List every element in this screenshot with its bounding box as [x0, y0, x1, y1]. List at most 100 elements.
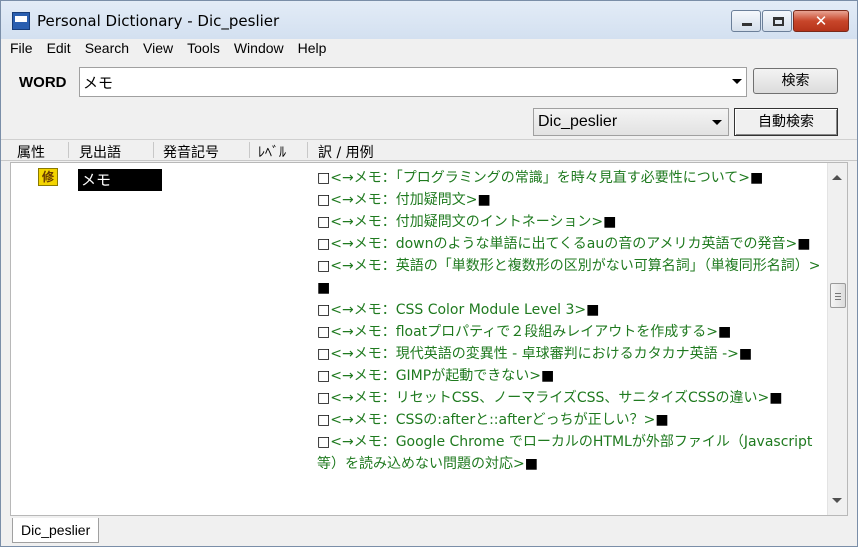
entry-text[interactable]: <→メモ：floatプロパティで２段組みレイアウトを作成する>	[330, 324, 718, 340]
entry-text[interactable]: <→メモ：現代英語の変異性 - 卓球審判におけるカタカナ英語 ->	[330, 346, 739, 362]
menu-bar: File Edit Search View Tools Window Help	[1, 39, 857, 59]
entry-end-icon: ■	[317, 280, 331, 296]
scrollbar-thumb[interactable]	[830, 283, 846, 308]
entry-end-icon: ■	[540, 368, 555, 384]
menu-help[interactable]: Help	[291, 39, 334, 59]
grip-line	[835, 296, 841, 297]
menu-view[interactable]: View	[136, 39, 180, 59]
selected-headword[interactable]: メモ	[78, 169, 162, 191]
maximize-button[interactable]	[762, 10, 792, 32]
menu-edit[interactable]: Edit	[40, 39, 78, 59]
column-divider[interactable]	[68, 142, 69, 158]
entry-box-icon: □	[317, 390, 331, 406]
dropdown-arrow-icon[interactable]	[732, 79, 742, 84]
dictionary-row: Dic_peslier 自動検索	[1, 105, 857, 139]
entry-end-icon: ■	[524, 456, 538, 472]
entry-box-icon: □	[317, 214, 331, 230]
status-bar: Dic_peslier	[1, 516, 857, 546]
entry-end-icon: ■	[797, 236, 811, 252]
dictionary-select-value: Dic_peslier	[538, 113, 618, 130]
dropdown-arrow-icon	[712, 120, 722, 125]
entry-link[interactable]: □<→メモ：CSSの:afterと::afterどっちが正しい？>■	[317, 409, 825, 431]
translation-entries: □<→メモ：「プログラミングの常識」を時々見直す必要性について>■ □<→メモ：…	[317, 167, 825, 475]
entry-link[interactable]: □<→メモ：付加疑問文のイントネーション>■	[317, 211, 825, 233]
entry-link[interactable]: □<→メモ：Google Chrome でローカルのHTMLが外部ファイル（Ja…	[317, 431, 825, 475]
entry-text[interactable]: <→メモ：GIMPが起動できない>	[330, 368, 541, 384]
attribute-badge: 修	[38, 168, 58, 186]
entry-end-icon: ■	[477, 192, 491, 208]
entry-end-icon: ■	[769, 390, 783, 406]
word-input[interactable]	[83, 72, 713, 92]
grip-line	[835, 293, 841, 294]
entry-text[interactable]: <→メモ：downのような単語に出てくるauの音のアメリカ英語での発音>	[330, 236, 797, 252]
menu-file[interactable]: File	[1, 39, 40, 59]
maximize-icon	[773, 17, 784, 26]
title-bar[interactable]: Personal Dictionary - Dic_peslier ✕	[1, 1, 857, 39]
entry-box-icon: □	[317, 412, 331, 428]
minimize-icon	[742, 23, 752, 26]
entry-text[interactable]: <→メモ：「プログラミングの常識」を時々見直す必要性について>	[330, 170, 750, 186]
word-label: WORD	[19, 74, 67, 91]
entry-end-icon: ■	[603, 214, 617, 230]
menu-window[interactable]: Window	[227, 39, 291, 59]
search-button[interactable]: 検索	[753, 68, 838, 94]
entry-box-icon: □	[317, 236, 331, 252]
entry-link[interactable]: □<→メモ：floatプロパティで２段組みレイアウトを作成する>■	[317, 321, 825, 343]
entry-link[interactable]: □<→メモ：CSS Color Module Level 3>■	[317, 299, 825, 321]
entry-end-icon: ■	[718, 324, 732, 340]
entry-box-icon: □	[317, 434, 331, 450]
entry-text[interactable]: <→メモ：付加疑問文のイントネーション>	[330, 214, 603, 230]
entry-end-icon: ■	[586, 302, 600, 318]
entry-box-icon: □	[317, 368, 331, 384]
entry-end-icon: ■	[738, 346, 753, 362]
dictionary-select[interactable]: Dic_peslier	[533, 108, 729, 136]
entry-link[interactable]: □<→メモ：英語の「単数形と複数形の区別がない可算名詞」（単複同形名詞）> ■	[317, 255, 825, 299]
entry-link[interactable]: □<→メモ：現代英語の変異性 - 卓球審判におけるカタカナ英語 ->■	[317, 343, 825, 365]
entry-link[interactable]: □<→メモ：付加疑問文>■	[317, 189, 825, 211]
column-translation[interactable]: 訳 / 用例	[318, 142, 374, 162]
column-divider[interactable]	[249, 142, 250, 158]
word-search-row: WORD 検索	[1, 59, 857, 105]
scroll-down-arrow-icon[interactable]	[832, 498, 842, 503]
dictionary-app-icon	[12, 12, 30, 30]
dictionary-tab[interactable]: Dic_peslier	[12, 518, 100, 543]
entry-text[interactable]: <→メモ：CSS Color Module Level 3>	[330, 302, 586, 318]
entry-box-icon: □	[317, 324, 331, 340]
app-window: Personal Dictionary - Dic_peslier ✕ File…	[0, 0, 858, 547]
entry-box-icon: □	[317, 192, 331, 208]
grip-line	[835, 299, 841, 300]
column-pronunciation[interactable]: 発音記号	[163, 142, 219, 162]
entry-box-icon: □	[317, 258, 331, 274]
entry-box-icon: □	[317, 302, 331, 318]
column-header: 属性 見出語 発音記号 ﾚﾍﾞﾙ 訳 / 用例	[1, 139, 857, 161]
entry-link[interactable]: □<→メモ：「プログラミングの常識」を時々見直す必要性について>■	[317, 167, 825, 189]
menu-tools[interactable]: Tools	[180, 39, 227, 59]
column-level[interactable]: ﾚﾍﾞﾙ	[258, 142, 286, 162]
entry-end-icon: ■	[655, 412, 669, 428]
word-combobox[interactable]	[79, 67, 747, 97]
entry-text[interactable]: <→メモ：Google Chrome でローカルのHTMLが外部ファイル（Jav…	[317, 434, 812, 472]
entry-link[interactable]: □<→メモ：リセットCSS、ノーマライズCSS、サニタイズCSSの違い>■	[317, 387, 825, 409]
scroll-up-arrow-icon[interactable]	[832, 175, 842, 180]
entry-text[interactable]: <→メモ：付加疑問文>	[330, 192, 477, 208]
vertical-scrollbar[interactable]	[827, 163, 847, 515]
entry-end-icon: ■	[750, 170, 764, 186]
entry-text[interactable]: <→メモ：CSSの:afterと::afterどっちが正しい？>	[330, 412, 655, 428]
window-title: Personal Dictionary - Dic_peslier	[37, 12, 280, 30]
result-list[interactable]: 修 メモ □<→メモ：「プログラミングの常識」を時々見直す必要性について>■ □…	[10, 162, 848, 516]
menu-search[interactable]: Search	[78, 39, 136, 59]
column-divider[interactable]	[153, 142, 154, 158]
close-button[interactable]: ✕	[793, 10, 849, 32]
column-attribute[interactable]: 属性	[17, 142, 45, 162]
auto-search-toggle[interactable]: 自動検索	[734, 108, 838, 136]
column-divider[interactable]	[307, 142, 308, 158]
entry-box-icon: □	[317, 170, 331, 186]
entry-text[interactable]: <→メモ：リセットCSS、ノーマライズCSS、サニタイズCSSの違い>	[330, 390, 769, 406]
entry-link[interactable]: □<→メモ：GIMPが起動できない>■	[317, 365, 825, 387]
entry-text[interactable]: <→メモ：英語の「単数形と複数形の区別がない可算名詞」（単複同形名詞）>	[330, 258, 820, 274]
entry-box-icon: □	[317, 346, 331, 362]
minimize-button[interactable]	[731, 10, 761, 32]
entry-link[interactable]: □<→メモ：downのような単語に出てくるauの音のアメリカ英語での発音>■	[317, 233, 825, 255]
close-icon: ✕	[814, 12, 828, 30]
column-headword[interactable]: 見出語	[79, 142, 121, 162]
